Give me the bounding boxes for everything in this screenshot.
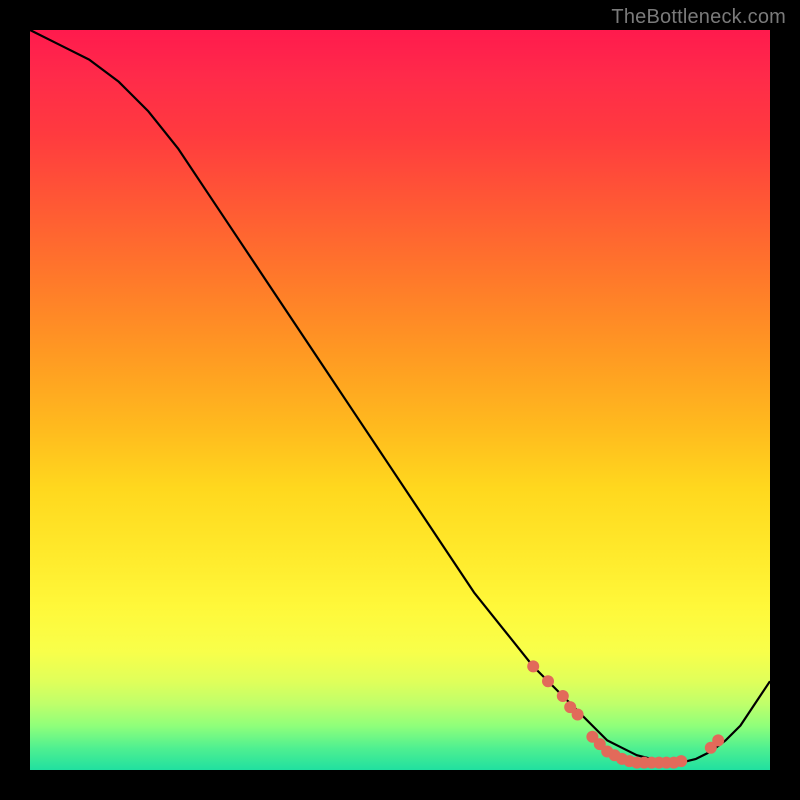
curve-marker <box>572 709 584 721</box>
chart-svg <box>30 30 770 770</box>
watermark-text: TheBottleneck.com <box>611 6 786 29</box>
plot-area <box>30 30 770 770</box>
curve-marker <box>527 660 539 672</box>
bottleneck-curve <box>30 30 770 763</box>
curve-marker <box>557 690 569 702</box>
curve-marker <box>675 755 687 767</box>
curve-marker <box>542 675 554 687</box>
curve-marker <box>712 734 724 746</box>
curve-markers <box>527 660 724 768</box>
chart-frame: TheBottleneck.com <box>0 0 800 800</box>
